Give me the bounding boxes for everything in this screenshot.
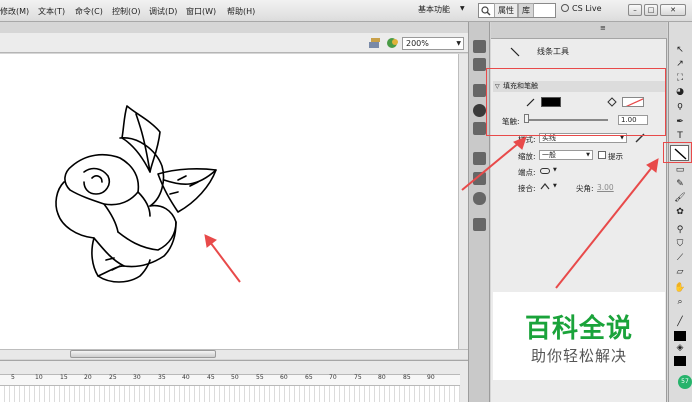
frame-tick: 10 <box>35 374 43 381</box>
horizontal-scroll-thumb[interactable] <box>70 350 216 358</box>
frame-tick: 65 <box>305 374 313 381</box>
menu-window[interactable]: 窗口(W) <box>186 6 216 17</box>
menu-modify[interactable]: 修改(M) <box>0 6 29 17</box>
close-icon: ✕ <box>670 6 676 14</box>
rose-drawing[interactable] <box>0 54 458 349</box>
frame-tick: 85 <box>403 374 411 381</box>
align-panel-icon[interactable] <box>473 84 486 97</box>
selection-tool-icon[interactable]: ↖ <box>673 44 687 57</box>
stroke-color-tool-icon[interactable]: ╱ <box>673 316 687 329</box>
properties-tabs <box>491 22 667 39</box>
menu-control[interactable]: 控制(O) <box>112 6 141 17</box>
frame-tick: 35 <box>158 374 166 381</box>
frame-tick: 80 <box>378 374 386 381</box>
frame-tick: 50 <box>231 374 239 381</box>
tab-properties[interactable]: 属性 <box>494 3 518 17</box>
frame-cells[interactable] <box>0 386 460 402</box>
edit-scene-icon[interactable] <box>386 37 400 49</box>
cs-live-label: CS Live <box>572 4 602 13</box>
edit-symbol-icon[interactable] <box>368 37 382 49</box>
frame-tick: 70 <box>329 374 337 381</box>
fill-color-chip[interactable] <box>674 356 686 366</box>
menu-debug[interactable]: 调试(D) <box>149 6 177 17</box>
badge-circle: 57 <box>678 375 692 389</box>
minimize-button[interactable]: – <box>628 4 642 16</box>
pen-tool-icon[interactable]: ✒ <box>673 116 687 129</box>
search-icon <box>481 6 491 16</box>
free-transform-tool-icon[interactable]: ⛶ <box>673 72 687 85</box>
menu-commands[interactable]: 命令(C) <box>75 6 103 17</box>
line-tool-icon <box>510 47 520 57</box>
panel-menu-icon[interactable]: ≡ <box>600 24 606 32</box>
subselection-tool-icon[interactable]: ↗ <box>673 58 687 71</box>
frame-tick: 45 <box>207 374 215 381</box>
frame-tick: 20 <box>84 374 92 381</box>
color-panel-icon[interactable] <box>473 40 486 53</box>
stage-canvas[interactable] <box>0 54 458 349</box>
highlight-fill-stroke-box <box>486 68 666 136</box>
frame-tick: 75 <box>354 374 362 381</box>
maximize-button[interactable]: □ <box>644 4 658 16</box>
frame-tick: 90 <box>427 374 435 381</box>
frame-ruler[interactable]: 5 10 15 20 25 30 35 40 45 50 55 60 65 70… <box>0 374 460 386</box>
frame-tick: 15 <box>60 374 68 381</box>
watermark-title: 百科全说 <box>524 314 633 344</box>
watermark-subtitle: 助你轻松解决 <box>530 347 627 365</box>
flash-window: 修改(M) 文本(T) 命令(C) 控制(O) 调试(D) 窗口(W) 帮助(H… <box>0 0 692 402</box>
frame-tick: 55 <box>256 374 264 381</box>
frame-tick: 30 <box>133 374 141 381</box>
swatches-panel-icon[interactable] <box>473 58 486 71</box>
info-panel-icon[interactable] <box>473 104 486 117</box>
chevron-down-icon: ▼ <box>456 40 461 47</box>
workspace-label: 基本功能 <box>418 5 450 14</box>
annotation-arrows <box>461 136 659 289</box>
minimize-icon: – <box>633 6 637 14</box>
tool-name: 线条工具 <box>537 47 569 56</box>
chevron-down-icon: ▼ <box>460 5 465 12</box>
workspace-switcher[interactable]: 基本功能 ▼ <box>418 4 468 18</box>
menu-text[interactable]: 文本(T) <box>38 6 65 17</box>
maximize-icon: □ <box>647 6 655 14</box>
cs-live-icon <box>561 4 569 12</box>
frame-tick: 25 <box>109 374 117 381</box>
menu-help[interactable]: 帮助(H) <box>227 6 255 17</box>
stroke-color-chip[interactable] <box>674 331 686 341</box>
tab-library[interactable]: 库 <box>518 3 534 17</box>
frame-tick: 5 <box>11 374 15 381</box>
frame-tick: 60 <box>280 374 288 381</box>
zoom-value: 200% <box>406 39 429 48</box>
close-button[interactable]: ✕ <box>660 4 686 16</box>
frame-tick: 40 <box>182 374 190 381</box>
zoom-select[interactable]: 200% ▼ <box>402 37 464 50</box>
cs-live-button[interactable]: CS Live <box>561 4 619 18</box>
lasso-tool-icon[interactable]: ϙ <box>673 100 687 113</box>
3d-rotation-tool-icon[interactable]: ◕ <box>673 86 687 99</box>
fill-color-tool-icon[interactable]: ◈ <box>673 342 687 355</box>
